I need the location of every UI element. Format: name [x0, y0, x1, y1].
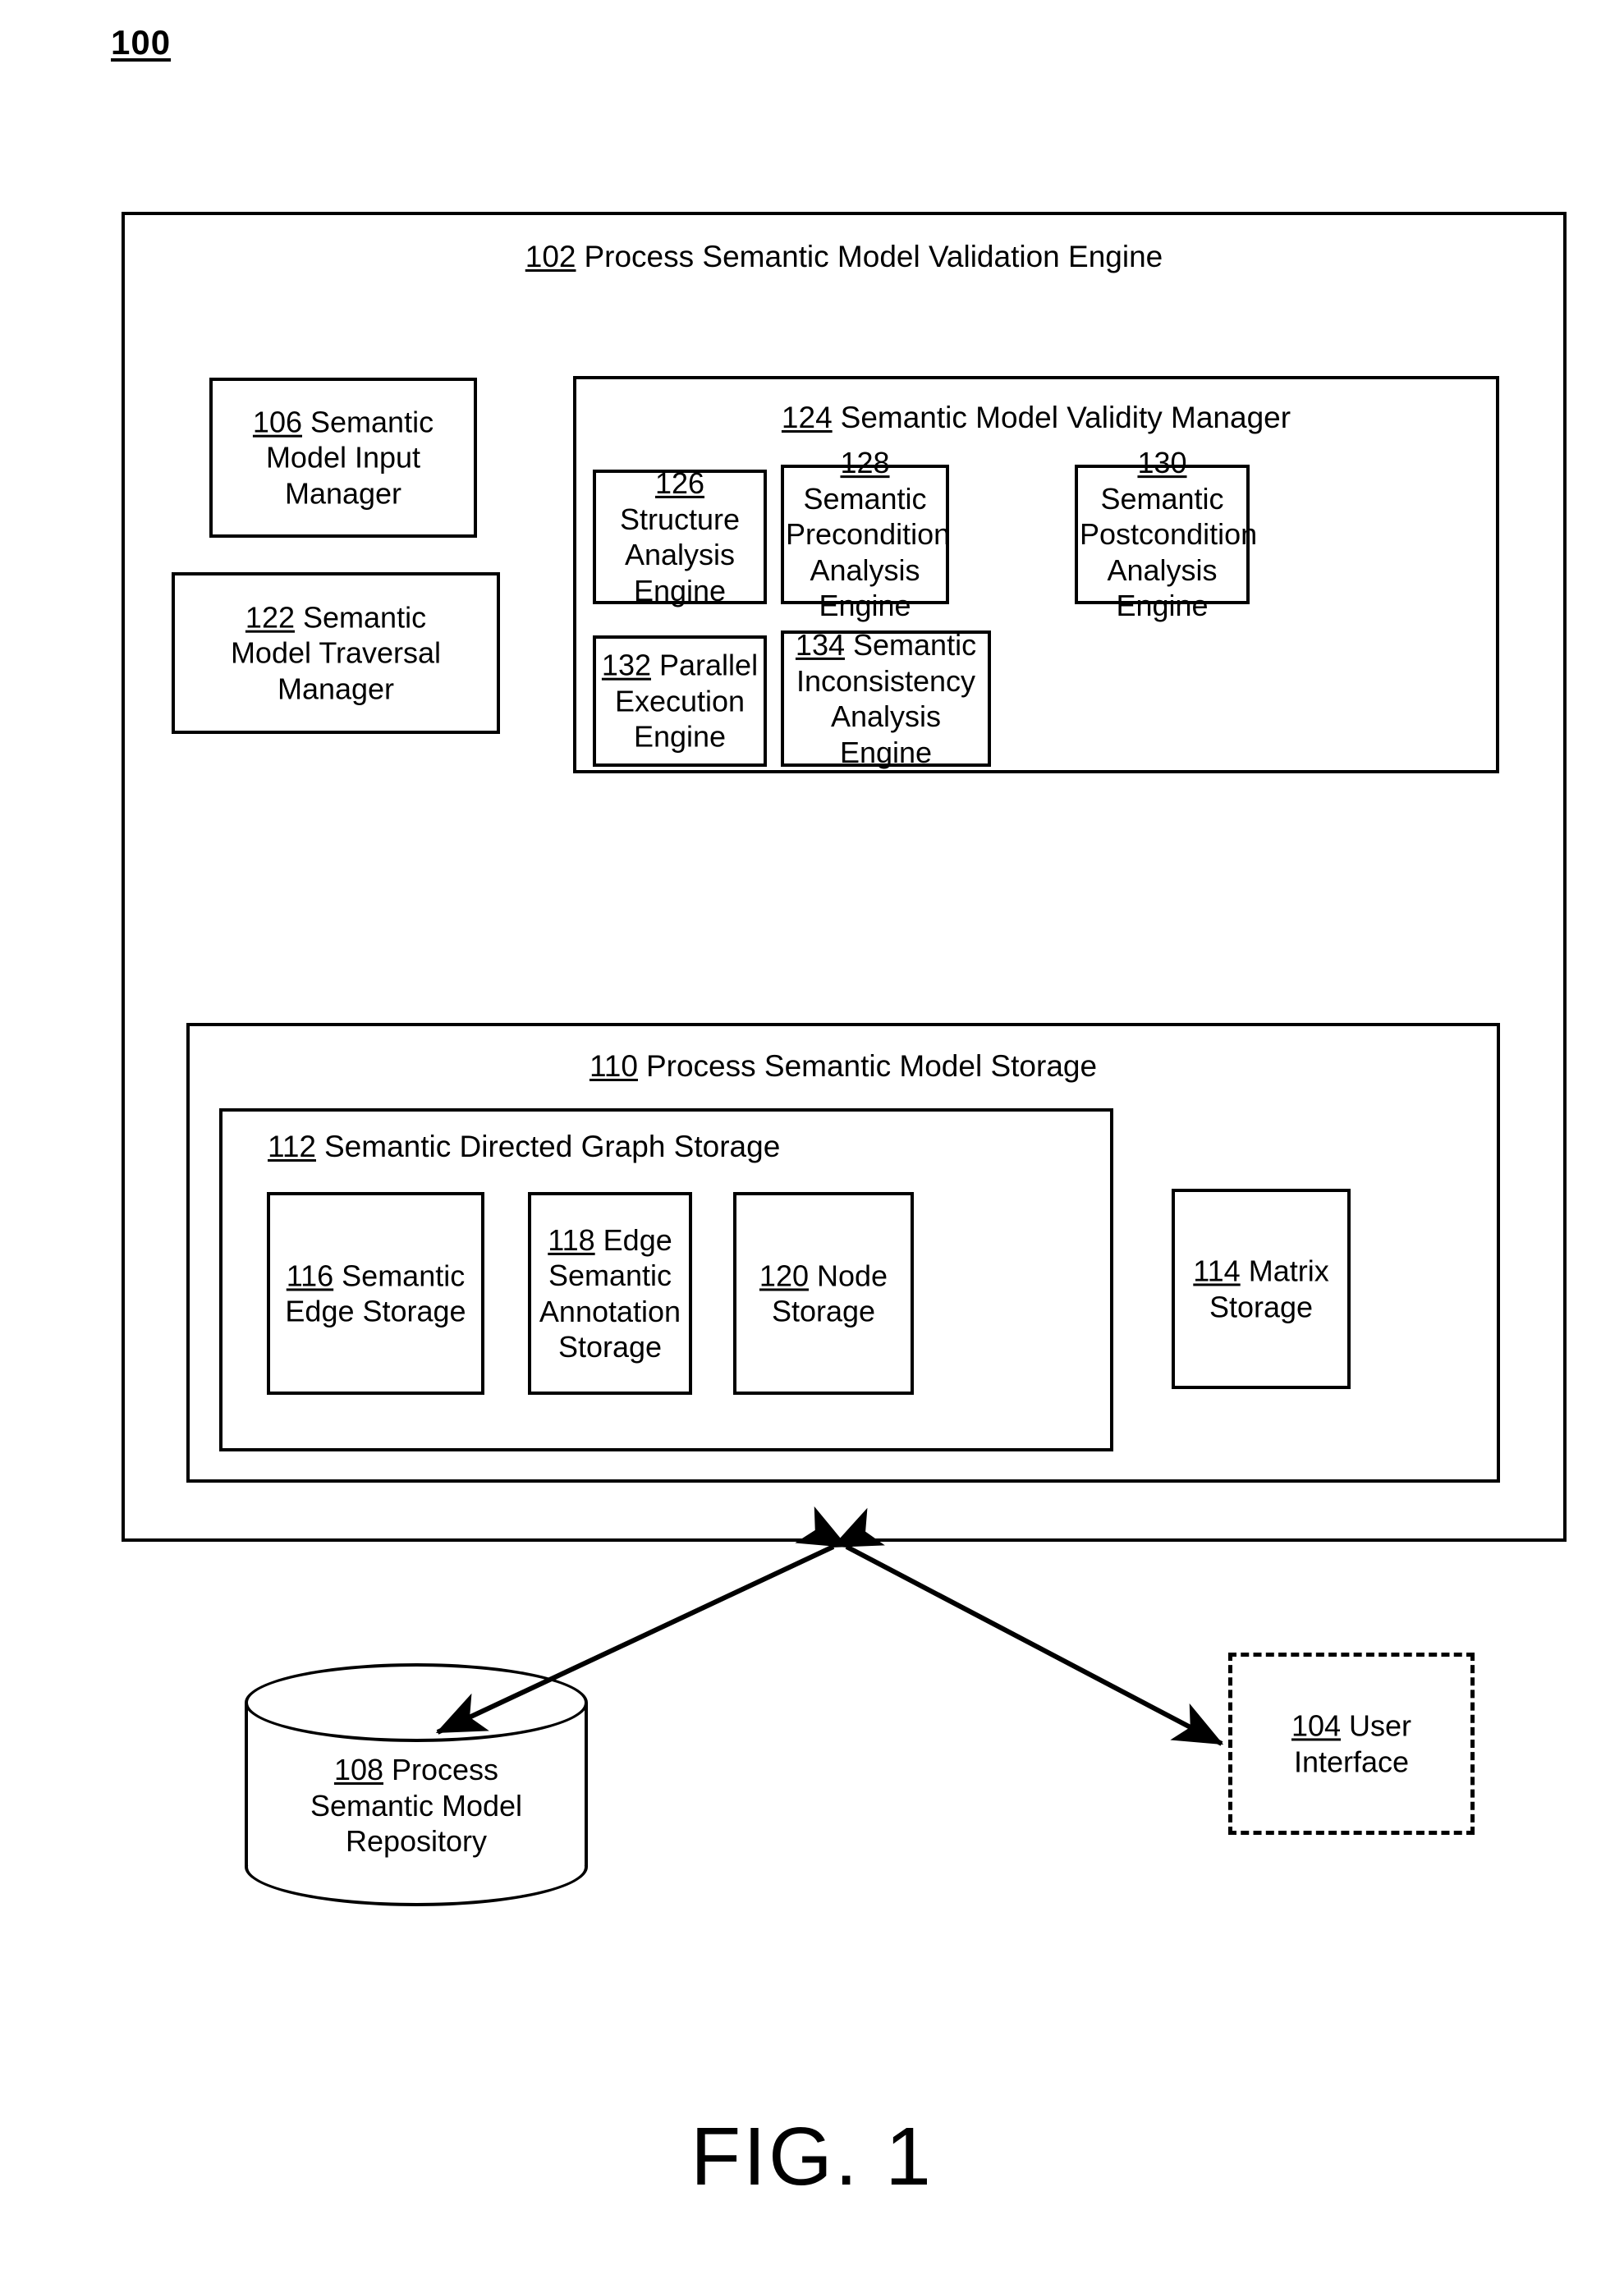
- user-interface-line2: Interface: [1293, 1745, 1410, 1778]
- node-storage-line1: Node: [809, 1258, 888, 1292]
- postcondition-analysis-line1: Semantic: [1100, 481, 1224, 516]
- node-storage-ref: 120: [759, 1258, 809, 1292]
- input-manager-line2: Model Input: [265, 440, 421, 475]
- parallel-execution-line3: Engine: [633, 719, 727, 754]
- node-storage-box: 120 Node Storage: [733, 1192, 914, 1395]
- structure-analysis-ref: 126: [654, 465, 705, 500]
- connector-engine-user-interface: [795, 1506, 1224, 1746]
- engine-ref: 102: [525, 240, 576, 273]
- repository-label: 108 Process Semantic Model Repository: [245, 1752, 588, 1859]
- semantic-inconsistency-analysis-engine-box: 134 Semantic Inconsistency Analysis Engi…: [781, 627, 991, 770]
- semantic-model-input-manager-box: 106 Semantic Model Input Manager: [209, 378, 477, 538]
- semantic-model-traversal-manager-box: 122 Semantic Model Traversal Manager: [172, 572, 500, 734]
- validity-manager-title-text: Semantic Model Validity Manager: [840, 401, 1291, 434]
- user-interface-ref: 104: [1291, 1708, 1342, 1743]
- traversal-manager-line2: Model Traversal: [230, 635, 442, 670]
- user-interface-line1: User: [1341, 1708, 1412, 1743]
- repository-line1: Process: [383, 1753, 499, 1786]
- engine-title: 102 Process Semantic Model Validation Eng…: [125, 240, 1563, 273]
- semantic-precondition-analysis-engine-label: 128 Semantic Precondition Analysis Engin…: [784, 445, 950, 624]
- user-interface-box: 104 User Interface: [1228, 1653, 1475, 1835]
- model-storage-title: 110 Process Semantic Model Storage: [190, 1049, 1497, 1083]
- annotation-storage-line2: Semantic: [548, 1258, 672, 1292]
- inconsistency-analysis-line1: Semantic: [845, 627, 977, 662]
- model-storage-title-text: Process Semantic Model Storage: [645, 1049, 1098, 1083]
- semantic-model-validity-manager-box: 124 Semantic Model Validity Manager 126 S…: [573, 376, 1499, 773]
- node-storage-label: 120 Node Storage: [736, 1258, 911, 1329]
- structure-analysis-engine-label: 126 Structure Analysis Engine: [596, 465, 764, 608]
- traversal-manager-ref: 122: [245, 600, 295, 635]
- figure-number-label: 100: [111, 23, 172, 62]
- annotation-storage-ref: 118: [548, 1222, 595, 1257]
- figure-canvas: 100 102 Process Semantic Model Validation…: [0, 0, 1624, 2288]
- repository-line2: Semantic Model: [310, 1788, 523, 1823]
- validity-manager-title: 124 Semantic Model Validity Manager: [576, 401, 1496, 434]
- precondition-analysis-ref: 128: [840, 446, 890, 480]
- edge-storage-ref: 116: [286, 1258, 334, 1292]
- semantic-inconsistency-analysis-engine-label: 134 Semantic Inconsistency Analysis Engi…: [784, 627, 988, 770]
- matrix-storage-line1: Matrix: [1240, 1254, 1329, 1288]
- structure-analysis-line3: Engine: [633, 573, 727, 608]
- edge-semantic-annotation-storage-box: 118 Edge Semantic Annotation Storage: [528, 1192, 692, 1395]
- annotation-storage-line4: Storage: [557, 1330, 663, 1364]
- parallel-execution-line1: Parallel: [651, 648, 759, 682]
- matrix-storage-box: 114 Matrix Storage: [1172, 1189, 1351, 1389]
- graph-storage-ref: 112: [268, 1130, 316, 1163]
- graph-storage-title-text: Semantic Directed Graph Storage: [324, 1130, 781, 1163]
- engine-title-text: Process Semantic Model Validation Engine: [584, 240, 1163, 273]
- input-manager-line1: Semantic: [302, 405, 434, 439]
- edge-storage-line2: Edge Storage: [285, 1294, 466, 1328]
- parallel-execution-engine-label: 132 Parallel Execution Engine: [596, 648, 764, 755]
- matrix-storage-label: 114 Matrix Storage: [1175, 1253, 1347, 1324]
- semantic-model-traversal-manager-label: 122 Semantic Model Traversal Manager: [175, 599, 497, 707]
- process-semantic-model-repository: 108 Process Semantic Model Repository: [245, 1663, 588, 1906]
- annotation-storage-line3: Annotation: [539, 1294, 681, 1328]
- precondition-analysis-line3: Analysis: [810, 553, 920, 587]
- precondition-analysis-line2: Precondition: [786, 517, 951, 552]
- postcondition-analysis-line3: Analysis: [1107, 553, 1218, 587]
- precondition-analysis-line1: Semantic: [803, 481, 927, 516]
- edge-semantic-annotation-storage-label: 118 Edge Semantic Annotation Storage: [531, 1222, 689, 1364]
- process-semantic-model-validation-engine-box: 102 Process Semantic Model Validation Eng…: [122, 212, 1567, 1542]
- postcondition-analysis-line4: Engine: [1116, 589, 1209, 623]
- parallel-execution-line2: Execution: [614, 684, 745, 718]
- process-semantic-model-storage-box: 110 Process Semantic Model Storage 112 Sem…: [186, 1023, 1500, 1483]
- node-storage-line2: Storage: [771, 1294, 876, 1328]
- parallel-execution-engine-box: 132 Parallel Execution Engine: [593, 635, 767, 767]
- repository-cylinder-top: [245, 1663, 588, 1742]
- validity-manager-ref: 124: [781, 401, 833, 434]
- edge-storage-line1: Semantic: [333, 1258, 466, 1292]
- graph-storage-title: 112 Semantic Directed Graph Storage: [268, 1130, 780, 1163]
- matrix-storage-ref: 114: [1193, 1254, 1241, 1288]
- structure-analysis-line1: Structure: [619, 502, 741, 536]
- semantic-postcondition-analysis-engine-box: 130 Semantic Postcondition Analysis Engi…: [1075, 446, 1257, 622]
- postcondition-analysis-ref: 130: [1137, 446, 1187, 480]
- semantic-precondition-analysis-engine-box: 128 Semantic Precondition Analysis Engin…: [781, 446, 950, 622]
- semantic-directed-graph-storage-box: 112 Semantic Directed Graph Storage 116 S…: [219, 1108, 1113, 1451]
- semantic-edge-storage-label: 116 Semantic Edge Storage: [270, 1258, 481, 1329]
- input-manager-line3: Manager: [284, 476, 402, 511]
- semantic-postcondition-analysis-engine-label: 130 Semantic Postcondition Analysis Engi…: [1078, 445, 1257, 624]
- precondition-analysis-line4: Engine: [819, 589, 911, 623]
- inconsistency-analysis-ref: 134: [795, 627, 845, 662]
- semantic-edge-storage-box: 116 Semantic Edge Storage: [267, 1192, 484, 1395]
- structure-analysis-line2: Analysis: [624, 538, 736, 571]
- input-manager-ref: 106: [252, 405, 302, 439]
- traversal-manager-line3: Manager: [277, 672, 395, 706]
- figure-caption: FIG. 1: [690, 2111, 934, 2203]
- repository-line3: Repository: [345, 1824, 488, 1859]
- matrix-storage-line2: Storage: [1209, 1290, 1314, 1323]
- model-storage-ref: 110: [589, 1049, 638, 1083]
- inconsistency-analysis-line3: Analysis Engine: [830, 699, 942, 769]
- postcondition-analysis-line2: Postcondition: [1080, 517, 1258, 552]
- traversal-manager-line1: Semantic: [295, 600, 427, 635]
- repository-ref: 108: [333, 1753, 384, 1786]
- inconsistency-analysis-line2: Inconsistency: [796, 663, 976, 698]
- structure-analysis-engine-box: 126 Structure Analysis Engine: [593, 466, 767, 608]
- semantic-model-input-manager-label: 106 Semantic Model Input Manager: [213, 404, 474, 511]
- annotation-storage-line1: Edge: [594, 1222, 672, 1257]
- parallel-execution-ref: 132: [601, 648, 651, 682]
- user-interface-label: 104 User Interface: [1232, 1708, 1470, 1779]
